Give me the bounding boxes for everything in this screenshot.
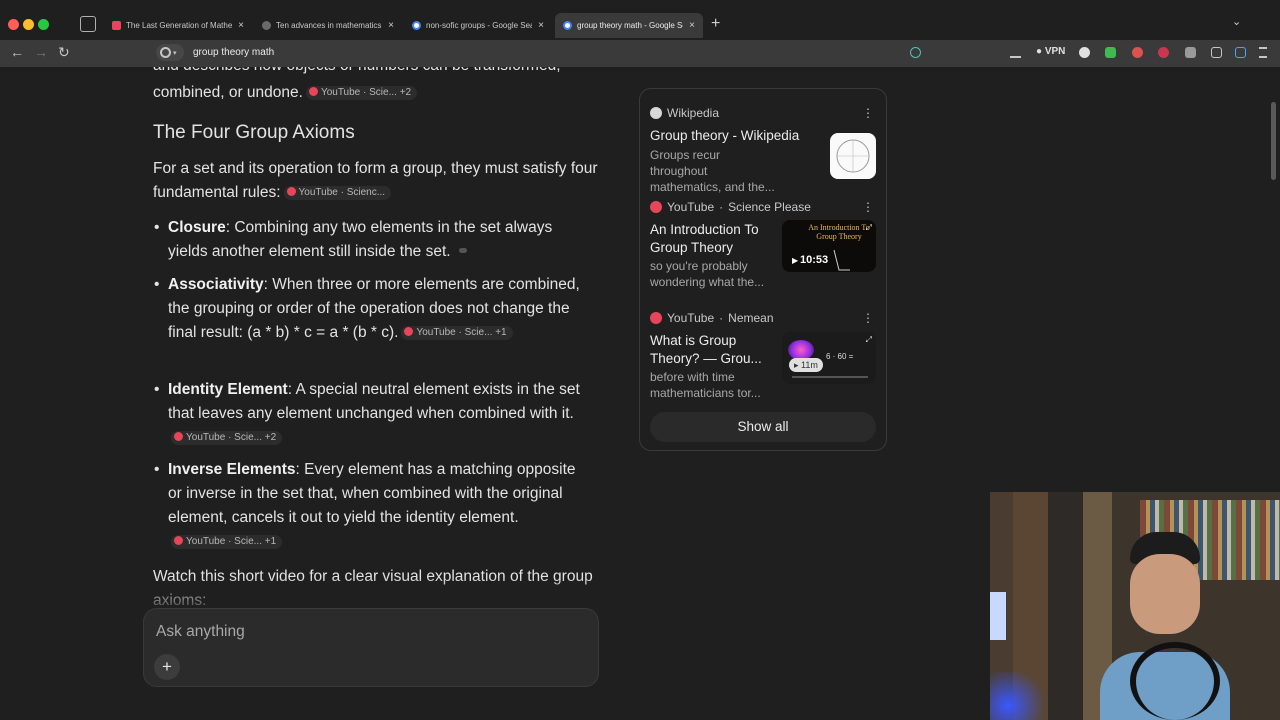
close-tab-icon[interactable]: × [538, 20, 544, 31]
site-info-chip[interactable]: ▾ [156, 44, 184, 61]
add-attachment-button[interactable]: + [154, 654, 180, 680]
adblock-icon[interactable] [1158, 47, 1169, 58]
back-icon[interactable]: ← [10, 44, 24, 60]
source-title[interactable]: An Introduction To Group Theory [650, 221, 770, 257]
page-scrollbar[interactable] [1271, 102, 1276, 180]
link-icon[interactable] [458, 248, 467, 253]
youtube-icon [404, 327, 414, 336]
section-heading: The Four Group Axioms [153, 122, 355, 143]
translate-icon[interactable] [910, 47, 921, 58]
tab-1[interactable]: The Last Generation of Mathem × [104, 13, 252, 38]
tab-2[interactable]: Ten advances in mathematics a × [254, 13, 402, 38]
tab-3[interactable]: non-sofic groups - Google Sear × [404, 13, 552, 38]
extension-c-icon[interactable] [1079, 47, 1090, 58]
expand-icon[interactable]: ⤢ [866, 223, 872, 233]
source-snippet: before with time mathematicians tor... [650, 370, 761, 400]
more-options-icon[interactable]: ⋮ [862, 106, 874, 120]
forward-icon[interactable]: → [34, 44, 48, 60]
youtube-icon [650, 312, 662, 324]
video-thumbnail[interactable]: 6 · 60 = ▸ 11m ⤢ [782, 332, 876, 384]
vpn-button[interactable]: ● VPN [1036, 46, 1065, 57]
more-options-icon[interactable]: ⋮ [862, 311, 874, 325]
menu-icon[interactable] [1259, 47, 1267, 58]
circle-diagram-icon [836, 139, 870, 173]
source-chip[interactable]: YouTube · Scienc... [283, 186, 392, 200]
youtube-icon [650, 201, 662, 213]
youtube-icon [112, 21, 121, 30]
glow-blob-icon [788, 340, 814, 360]
source-snippet: Groups recur throughout mathematics, and… [650, 148, 775, 194]
list-item-inverse: Inverse Elements: Every element has a ma… [154, 458, 588, 554]
list-item-identity: Identity Element: A special neutral elem… [154, 378, 588, 450]
reload-icon[interactable]: ↻ [58, 44, 70, 61]
youtube-icon [174, 536, 183, 545]
wikipedia-thumbnail[interactable] [830, 133, 876, 179]
shield-icon: ● [1036, 46, 1045, 57]
close-tab-icon[interactable]: × [238, 20, 244, 31]
source-site: Wikipedia [650, 106, 719, 120]
ask-placeholder: Ask anything [156, 623, 245, 640]
window-light-image [990, 592, 1006, 640]
expand-icon[interactable]: ⤢ [866, 335, 872, 345]
youtube-icon [174, 432, 183, 441]
video-duration: ▸ 11m [789, 358, 823, 372]
blue-light-image [990, 672, 1050, 720]
extension-gear-icon[interactable] [1185, 47, 1196, 58]
chevron-down-icon[interactable]: ⌄ [1232, 15, 1241, 28]
source-site: YouTube · Nemean [650, 311, 774, 325]
video-duration: 10:53 [800, 254, 829, 266]
url-field[interactable]: group theory math [193, 47, 274, 58]
page-icon [262, 21, 271, 30]
tab-bar: The Last Generation of Mathem × Ten adva… [0, 0, 1280, 44]
minimize-window-button[interactable] [23, 19, 34, 30]
sources-panel: Wikipedia ⋮ Group theory - Wikipedia Gro… [639, 88, 887, 451]
show-all-button[interactable]: Show all [650, 412, 876, 442]
list-item-associativity: Associativity: When three or more elemen… [154, 273, 588, 345]
close-window-button[interactable] [8, 19, 19, 30]
video-thumbnail[interactable]: An Introduction To Group Theory ▶ 10:53 … [782, 220, 876, 272]
source-site: YouTube · Science Please [650, 200, 811, 214]
wikipedia-icon [650, 107, 662, 119]
maximize-window-button[interactable] [38, 19, 49, 30]
youtube-icon [286, 187, 296, 196]
source-snippet: so you're probably wondering what the... [650, 259, 765, 289]
close-tab-icon[interactable]: × [689, 20, 695, 31]
source-chip[interactable]: YouTube · Scie... +2 [305, 86, 418, 100]
microphone-image [1130, 642, 1220, 720]
tab-search-icon[interactable] [80, 16, 96, 32]
google-icon [160, 47, 171, 58]
more-options-icon[interactable]: ⋮ [862, 200, 874, 214]
progress-track [792, 376, 868, 378]
source-title[interactable]: What is Group Theory? — Grou... [650, 332, 772, 368]
youtube-icon [308, 87, 318, 96]
puzzle-icon[interactable] [1211, 47, 1222, 58]
ask-input[interactable]: Ask anything + [143, 608, 599, 687]
download-icon[interactable] [1010, 47, 1021, 58]
google-icon [412, 21, 421, 30]
webcam-overlay [990, 492, 1280, 720]
extension-green-icon[interactable] [1105, 47, 1116, 58]
close-tab-icon[interactable]: × [388, 20, 394, 31]
list-item-closure: Closure: Combining any two elements in t… [154, 216, 588, 264]
extension-red-badge-icon[interactable] [1132, 47, 1143, 58]
google-icon [563, 21, 572, 30]
source-chip[interactable]: YouTube · Scie... +1 [401, 326, 513, 340]
lead-paragraph: For a set and its operation to form a gr… [153, 160, 598, 201]
play-icon: ▶ [792, 256, 799, 265]
cut-off-text: and describes how objects or numbers can… [153, 67, 561, 75]
page-content: and describes how objects or numbers can… [0, 67, 1280, 720]
new-tab-button[interactable]: + [711, 15, 720, 33]
source-chip[interactable]: YouTube · Scie... +1 [171, 535, 283, 549]
intro-end-paragraph: combined, or undone. YouTube · Scie... +2 [153, 81, 603, 105]
source-title[interactable]: Group theory - Wikipedia [650, 127, 820, 145]
chevron-down-icon: ▾ [173, 49, 177, 57]
thumbnail-text: 6 · 60 = [826, 352, 854, 361]
source-chip[interactable]: YouTube · Scie... +2 [171, 431, 283, 445]
sidebar-icon[interactable] [1235, 47, 1246, 58]
tab-4[interactable]: group theory math - Google Sea × [555, 13, 703, 38]
